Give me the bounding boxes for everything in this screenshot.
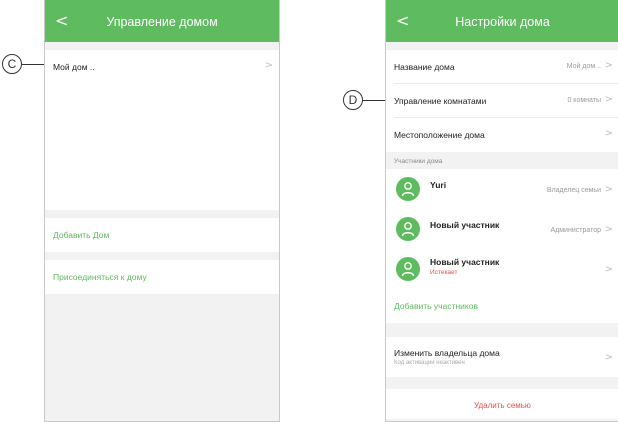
chevron-right-icon: > bbox=[604, 94, 613, 105]
user-icon bbox=[401, 262, 415, 277]
delete-family-label: Удалить семью bbox=[474, 401, 531, 410]
header: < Настройки дома bbox=[386, 0, 618, 42]
home-location-label: Местоположение дома bbox=[394, 130, 485, 140]
chevron-right-icon: > bbox=[604, 184, 613, 195]
callout-d: D bbox=[343, 90, 363, 110]
room-management-label: Управление комнатами bbox=[394, 96, 487, 106]
delete-family-button[interactable]: Удалить семью bbox=[386, 389, 618, 419]
members-section-header: Участники дома bbox=[394, 158, 443, 165]
member-role: Администратор bbox=[550, 227, 601, 234]
add-members-button[interactable]: Добавить участников bbox=[386, 289, 618, 323]
page-title: Настройки дома bbox=[455, 15, 550, 29]
home-name-label: Название дома bbox=[394, 62, 455, 72]
user-icon bbox=[401, 182, 415, 197]
member-row[interactable]: Yuri Владелец семьи > bbox=[386, 169, 618, 209]
join-home-label: Присоединяться к дому bbox=[53, 272, 147, 282]
join-home-button[interactable]: Присоединяться к дому bbox=[45, 260, 279, 294]
change-owner-label: Изменить владельца дома bbox=[394, 348, 500, 358]
add-home-button[interactable]: Добавить Дом bbox=[45, 218, 279, 252]
home-row[interactable]: Мой дом .. > bbox=[45, 50, 279, 84]
chevron-right-icon: > bbox=[604, 264, 613, 275]
room-management-row[interactable]: Управление комнатами 0 комнаты > bbox=[386, 84, 618, 118]
member-role: Владелец семьи bbox=[546, 187, 601, 194]
avatar bbox=[396, 257, 420, 281]
chevron-right-icon: > bbox=[604, 60, 613, 71]
callout-c: C bbox=[2, 54, 22, 74]
change-owner-sub: Код активации неактивен bbox=[394, 360, 465, 366]
add-home-label: Добавить Дом bbox=[53, 230, 110, 240]
avatar bbox=[396, 217, 420, 241]
member-status: Истекает bbox=[430, 269, 458, 276]
change-owner-row[interactable]: Изменить владельца дома Код активации не… bbox=[386, 337, 618, 377]
member-row[interactable]: Новый участник Администратор > bbox=[386, 209, 618, 249]
add-members-label: Добавить участников bbox=[394, 301, 478, 311]
chevron-right-icon: > bbox=[604, 128, 613, 139]
home-label: Мой дом .. bbox=[53, 62, 95, 72]
member-name: Новый участник bbox=[430, 220, 500, 230]
member-name: Новый участник bbox=[430, 257, 500, 267]
home-name-value: Мой дом .. bbox=[566, 63, 601, 70]
avatar bbox=[396, 177, 420, 201]
header: < Управление домом bbox=[45, 0, 279, 42]
room-count-value: 0 комнаты bbox=[567, 97, 601, 104]
user-icon bbox=[401, 222, 415, 237]
member-row[interactable]: Новый участник Истекает > bbox=[386, 249, 618, 289]
left-screen: < Управление домом Мой дом .. > Добавить… bbox=[44, 0, 280, 422]
chevron-right-icon: > bbox=[604, 224, 613, 235]
chevron-right-icon: > bbox=[264, 60, 273, 71]
home-location-row[interactable]: Местоположение дома > bbox=[386, 118, 618, 152]
right-screen: < Настройки дома Название дома Мой дом .… bbox=[385, 0, 618, 422]
member-name: Yuri bbox=[430, 180, 447, 190]
page-title: Управление домом bbox=[106, 15, 218, 29]
home-name-row[interactable]: Название дома Мой дом .. > bbox=[386, 50, 618, 84]
chevron-right-icon: > bbox=[604, 352, 613, 363]
